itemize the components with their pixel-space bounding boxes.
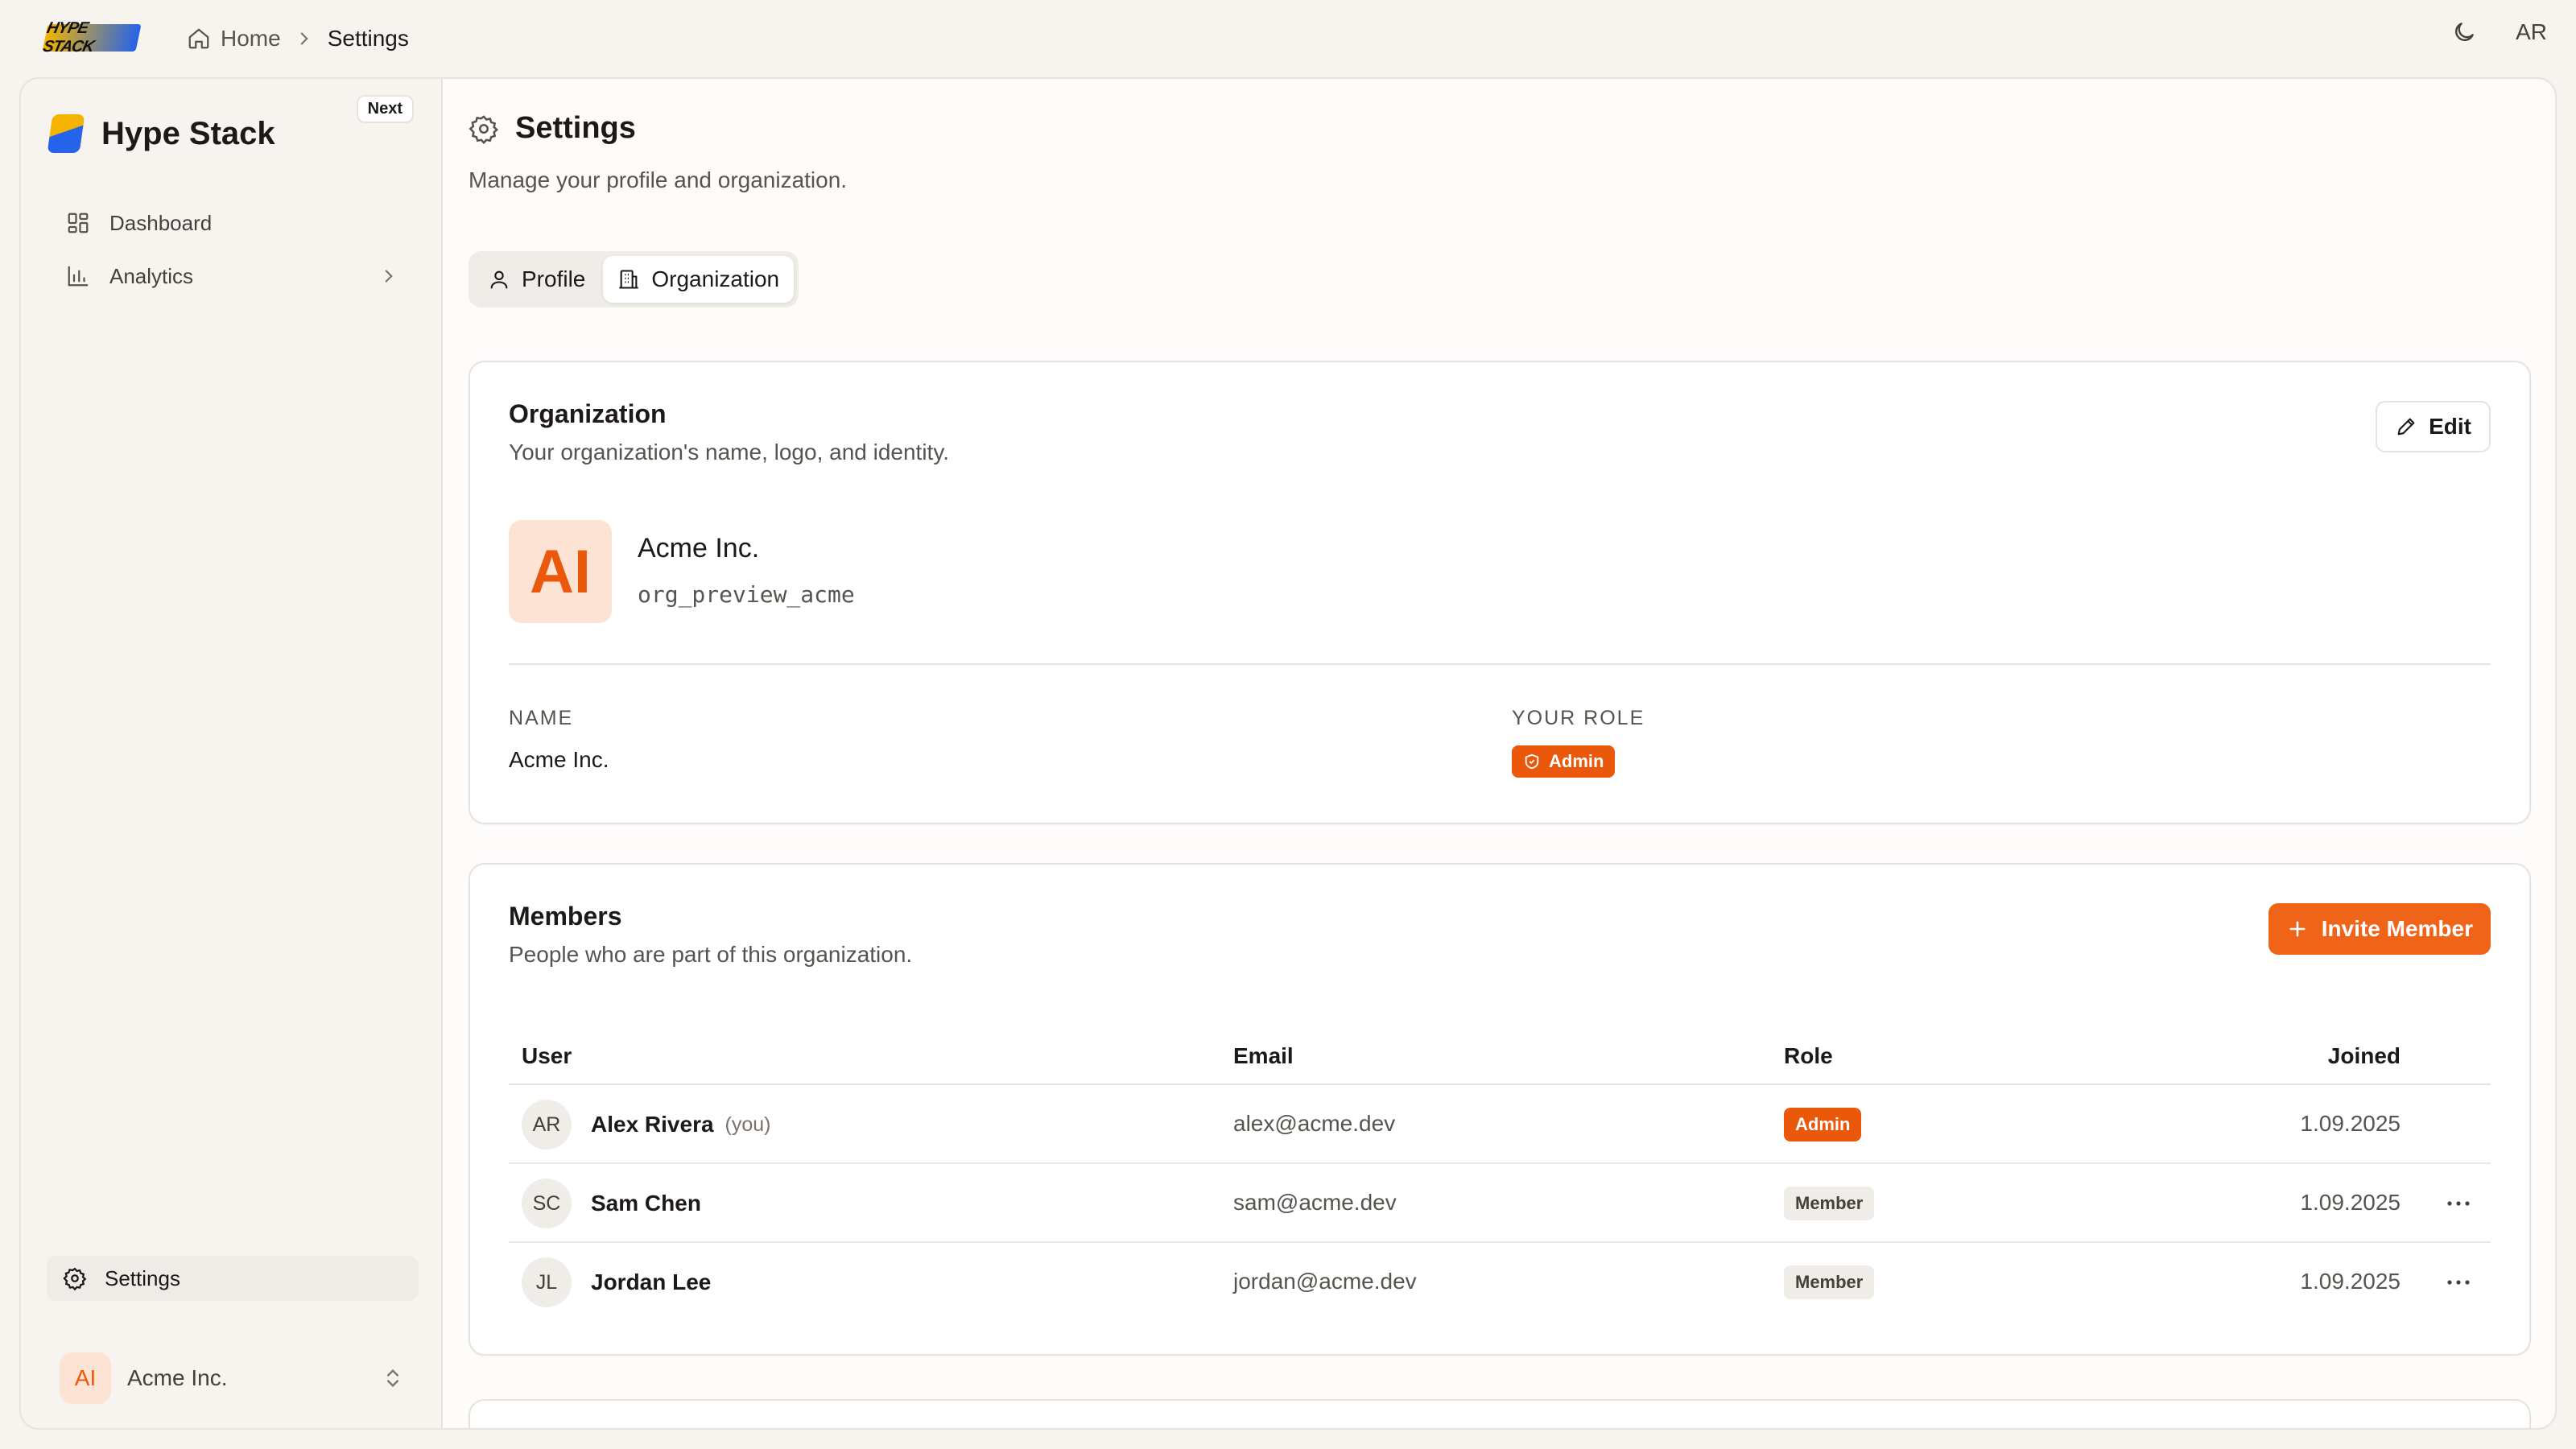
- more-options-icon[interactable]: [2446, 1199, 2471, 1208]
- page-subtitle: Manage your profile and organization.: [469, 167, 848, 192]
- members-card-subtitle: People who are part of this organization…: [509, 942, 913, 967]
- member-name: Sam Chen: [591, 1191, 701, 1216]
- sidebar: Hype Stack Next Dashboard Analytics Sett…: [19, 77, 441, 1430]
- organization-card: Organization Your organization's name, l…: [469, 361, 2531, 824]
- invite-member-label: Invite Member: [2321, 916, 2473, 941]
- bar-chart-icon: [66, 264, 90, 288]
- page-header: Settings: [469, 111, 636, 146]
- sidebar-item-label: Analytics: [109, 263, 194, 288]
- theme-toggle-moon-icon[interactable]: [2451, 19, 2477, 45]
- user-avatar[interactable]: AR: [2516, 19, 2547, 45]
- breadcrumb-current: Settings: [327, 26, 409, 51]
- tab-organization[interactable]: Organization: [603, 256, 795, 303]
- members-card: Members People who are part of this orga…: [469, 863, 2531, 1356]
- role-field-label: YOUR ROLE: [1512, 707, 1645, 729]
- building-icon: [617, 268, 640, 291]
- member-role: Admin: [1784, 1108, 1862, 1141]
- role-badge-label: Admin: [1549, 751, 1604, 771]
- plus-icon: [2286, 918, 2309, 940]
- brand-logo[interactable]: HYPE STACK: [41, 19, 142, 56]
- org-switcher-name: Acme Inc.: [127, 1365, 228, 1390]
- column-email: Email: [1233, 1043, 1294, 1068]
- home-icon: [187, 27, 211, 51]
- member-email: sam@acme.dev: [1233, 1190, 1397, 1215]
- user-icon: [488, 268, 510, 291]
- gear-icon: [469, 114, 499, 144]
- org-avatar: AI: [60, 1352, 111, 1404]
- member-user: JL Jordan Lee: [522, 1257, 711, 1307]
- you-label: (you): [724, 1113, 771, 1136]
- sidebar-item-settings[interactable]: Settings: [47, 1256, 419, 1301]
- gear-icon: [63, 1266, 87, 1290]
- breadcrumb-home-label: Home: [221, 26, 281, 51]
- pencil-icon: [2395, 415, 2417, 438]
- breadcrumb: Home Settings: [187, 21, 409, 56]
- shield-icon: [1523, 753, 1541, 770]
- members-card-title: Members: [509, 902, 622, 931]
- sidebar-item-analytics[interactable]: Analytics: [47, 250, 419, 303]
- hype-stack-logo-icon: [47, 114, 85, 153]
- member-role: Member: [1784, 1187, 1875, 1220]
- member-user: AR Alex Rivera (you): [522, 1100, 771, 1150]
- avatar: SC: [522, 1179, 572, 1228]
- main-content: Settings Manage your profile and organiz…: [441, 77, 2557, 1430]
- member-joined: 1.09.2025: [2300, 1190, 2401, 1215]
- dashboard-icon: [66, 211, 90, 235]
- sidebar-item-label: Settings: [105, 1265, 180, 1290]
- brand-logo-text: HYPE STACK: [41, 19, 96, 56]
- edit-button[interactable]: Edit: [2376, 401, 2491, 452]
- organization-name: Acme Inc.: [638, 533, 760, 564]
- member-user: SC Sam Chen: [522, 1179, 701, 1228]
- organization-logo: AI: [509, 520, 612, 623]
- sidebar-nav: Dashboard Analytics: [47, 196, 419, 303]
- edit-button-label: Edit: [2429, 414, 2471, 439]
- tab-label: Organization: [651, 266, 780, 291]
- sidebar-title: Hype Stack: [101, 115, 275, 151]
- next-badge: Next: [356, 95, 414, 123]
- chevron-right-icon: [294, 28, 315, 49]
- top-bar: HYPE STACK Home Settings AR: [0, 0, 2576, 77]
- members-table: User Email Role Joined AR Alex Rivera (y…: [509, 1026, 2491, 1322]
- member-email: alex@acme.dev: [1233, 1111, 1396, 1136]
- more-options-icon[interactable]: [2446, 1278, 2471, 1286]
- sidebar-item-dashboard[interactable]: Dashboard: [47, 196, 419, 250]
- org-switcher[interactable]: AI Acme Inc.: [60, 1351, 419, 1406]
- member-email: jordan@acme.dev: [1233, 1269, 1417, 1294]
- member-joined: 1.09.2025: [2300, 1269, 2401, 1294]
- organization-card-title: Organization: [509, 399, 667, 428]
- page-title: Settings: [515, 111, 636, 145]
- chevrons-up-down-icon: [382, 1367, 404, 1389]
- table-header: User Email Role Joined: [509, 1026, 2491, 1085]
- tab-profile[interactable]: Profile: [473, 256, 600, 303]
- tab-label: Profile: [522, 266, 586, 291]
- organization-slug: org_preview_acme: [638, 581, 855, 608]
- sidebar-brand[interactable]: Hype Stack: [47, 114, 275, 153]
- role-badge: Member: [1784, 1187, 1875, 1220]
- column-role: Role: [1784, 1043, 1833, 1068]
- column-user: User: [522, 1043, 572, 1068]
- column-joined: Joined: [2327, 1043, 2401, 1068]
- divider: [509, 663, 2491, 665]
- role-badge: Member: [1784, 1265, 1875, 1299]
- member-name: Jordan Lee: [591, 1269, 712, 1294]
- organization-card-subtitle: Your organization's name, logo, and iden…: [509, 440, 950, 464]
- next-settings-card: [469, 1399, 2531, 1428]
- name-field-value: Acme Inc.: [509, 747, 609, 772]
- member-name: Alex Rivera: [591, 1112, 714, 1137]
- role-badge: Admin: [1512, 745, 1616, 778]
- chevron-right-icon: [378, 266, 399, 287]
- breadcrumb-home[interactable]: Home: [187, 26, 281, 52]
- avatar: AR: [522, 1100, 572, 1150]
- avatar: JL: [522, 1257, 572, 1307]
- table-row: AR Alex Rivera (you) alex@acme.dev Admin…: [509, 1085, 2491, 1164]
- table-row: JL Jordan Lee jordan@acme.dev Member 1.0…: [509, 1243, 2491, 1322]
- member-role: Member: [1784, 1265, 1875, 1299]
- invite-member-button[interactable]: Invite Member: [2268, 903, 2491, 955]
- member-joined: 1.09.2025: [2300, 1111, 2401, 1136]
- table-row: SC Sam Chen sam@acme.dev Member 1.09.202…: [509, 1164, 2491, 1243]
- settings-tabs: Profile Organization: [469, 251, 799, 308]
- name-field-label: NAME: [509, 707, 574, 729]
- sidebar-item-label: Dashboard: [109, 210, 213, 235]
- role-badge: Admin: [1784, 1108, 1862, 1141]
